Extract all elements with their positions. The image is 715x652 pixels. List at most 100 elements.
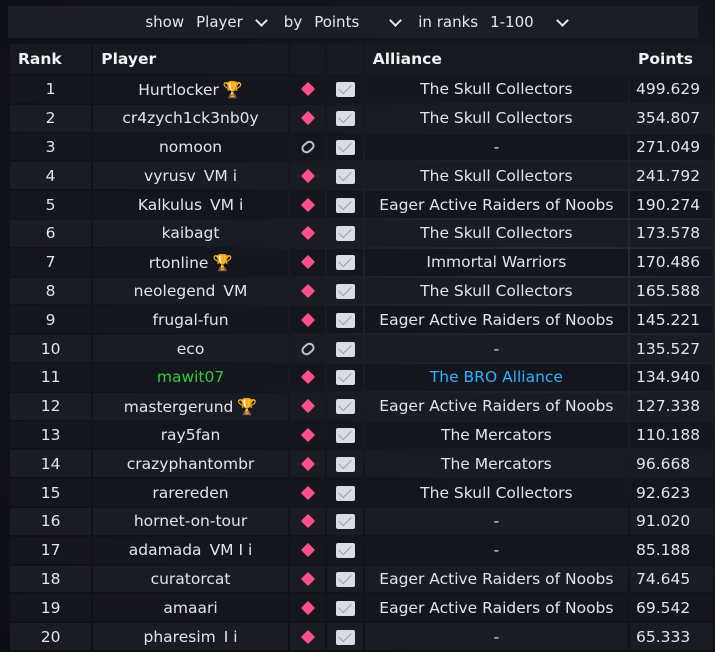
diamond-icon[interactable] [300, 399, 315, 414]
alliance-cell: - [364, 536, 629, 564]
player-name-link[interactable]: crazyphantombr [127, 455, 255, 473]
diamond-icon[interactable] [300, 111, 315, 126]
envelope-icon[interactable] [335, 485, 355, 501]
player-column-header[interactable]: Player [93, 44, 288, 74]
diamond-icon[interactable] [300, 82, 315, 97]
diamond-icon[interactable] [300, 255, 315, 270]
player-name-link[interactable]: pharesim [144, 628, 216, 646]
alliance-cell[interactable]: Eager Active Raiders of Noobs [364, 392, 629, 420]
envelope-icon[interactable] [335, 456, 355, 472]
player-name-link[interactable]: rarereden [152, 484, 228, 502]
alliance-cell[interactable]: The Skull Collectors [364, 479, 629, 506]
diamond-icon[interactable] [300, 427, 315, 443]
alliance-cell: - [364, 507, 629, 535]
envelope-icon[interactable] [335, 370, 355, 386]
envelope-icon[interactable] [335, 197, 355, 213]
rank-column-header[interactable]: Rank [10, 44, 92, 74]
show-select[interactable]: Player [196, 13, 268, 31]
diamond-icon[interactable] [300, 543, 315, 558]
player-name-link[interactable]: neolegend [134, 282, 216, 300]
diamond-icon[interactable] [300, 571, 315, 587]
alliance-cell[interactable]: Eager Active Raiders of Noobs [364, 306, 629, 334]
player-name-link[interactable]: vyrusv [144, 167, 196, 185]
player-name-link[interactable]: nomoon [159, 138, 222, 156]
player-name-link[interactable]: cr4zych1ck3nb0y [122, 109, 258, 127]
action-cell [289, 104, 326, 132]
alliance-cell[interactable]: Eager Active Raiders of Noobs [364, 191, 629, 218]
player-name-link[interactable]: amaari [163, 599, 217, 617]
diamond-icon[interactable] [300, 600, 315, 615]
ranking-table: Rank Player Alliance Points 1 Hurtlocker 🏆… [8, 42, 715, 652]
rank-cell: 1 [10, 76, 92, 103]
rank-cell: 20 [10, 623, 92, 650]
envelope-icon[interactable] [335, 283, 355, 299]
alliance-cell[interactable]: The Skull Collectors [364, 162, 629, 190]
rank-cell: 13 [10, 421, 92, 449]
action-cell [289, 248, 326, 276]
alliance-cell[interactable]: The Mercators [364, 421, 629, 449]
alliance-cell[interactable]: The Skull Collectors [364, 104, 629, 132]
envelope-icon[interactable] [335, 514, 355, 530]
player-name-link[interactable]: mastergerund [124, 398, 234, 416]
player-status-flags: I i [223, 627, 238, 646]
diamond-icon[interactable] [300, 370, 315, 385]
alliance-cell[interactable]: The Skull Collectors [364, 219, 629, 247]
envelope-icon[interactable] [335, 600, 355, 616]
diamond-icon[interactable] [300, 456, 315, 471]
envelope-icon[interactable] [335, 111, 355, 127]
by-select-value: Points [314, 13, 360, 31]
action-cell [289, 450, 326, 478]
diamond-icon[interactable] [300, 514, 315, 529]
envelope-icon[interactable] [335, 226, 355, 242]
alliance-cell[interactable]: The BRO Alliance [364, 363, 629, 391]
diamond-icon[interactable] [300, 629, 315, 644]
envelope-icon[interactable] [335, 427, 355, 443]
player-name-link[interactable]: frugal-fun [153, 311, 229, 329]
player-name-link[interactable]: eco [177, 340, 205, 358]
diamond-icon[interactable] [300, 283, 315, 299]
player-name-link[interactable]: adamada [129, 541, 202, 559]
message-cell [327, 335, 363, 362]
alliance-cell[interactable]: Eager Active Raiders of Noobs [364, 594, 629, 622]
player-name-link[interactable]: rtonline [149, 254, 209, 272]
link-icon[interactable] [299, 138, 317, 156]
ranks-select[interactable]: 1-100 [490, 13, 569, 31]
alliance-cell[interactable]: The Skull Collectors [364, 76, 629, 103]
alliance-cell[interactable]: The Skull Collectors [364, 277, 629, 305]
player-name-link[interactable]: Hurtlocker [138, 81, 219, 99]
envelope-icon[interactable] [335, 571, 355, 587]
by-select[interactable]: Points [314, 13, 403, 31]
action-cell [289, 421, 326, 449]
player-name-link[interactable]: Kalkulus [138, 196, 202, 214]
message-column-header [327, 44, 363, 74]
envelope-icon[interactable] [335, 168, 355, 184]
diamond-icon[interactable] [300, 168, 315, 183]
alliance-column-header[interactable]: Alliance [364, 44, 629, 74]
envelope-icon[interactable] [335, 629, 355, 645]
envelope-icon[interactable] [335, 139, 355, 155]
alliance-cell[interactable]: The Mercators [364, 450, 629, 478]
alliance-cell[interactable]: Immortal Warriors [364, 248, 629, 276]
envelope-icon[interactable] [335, 82, 355, 98]
link-icon[interactable] [299, 340, 317, 357]
player-name-link[interactable]: mawit07 [157, 368, 224, 386]
diamond-icon[interactable] [300, 197, 315, 212]
player-name-link[interactable]: curatorcat [151, 570, 231, 588]
points-column-header[interactable]: Points [630, 44, 713, 74]
envelope-icon[interactable] [335, 255, 355, 271]
envelope-icon[interactable] [335, 341, 355, 357]
player-name-link[interactable]: kaibagt [162, 224, 220, 242]
envelope-icon[interactable] [335, 312, 355, 328]
envelope-icon[interactable] [335, 399, 355, 415]
alliance-cell[interactable]: Eager Active Raiders of Noobs [364, 565, 629, 593]
diamond-icon[interactable] [300, 485, 315, 500]
diamond-icon[interactable] [300, 312, 315, 327]
diamond-icon[interactable] [300, 226, 315, 241]
player-name-link[interactable]: ray5fan [161, 426, 221, 444]
points-cell: 127.338 [630, 392, 713, 420]
player-cell: mastergerund 🏆 [93, 392, 288, 420]
player-name-link[interactable]: hornet-on-tour [134, 512, 247, 530]
envelope-icon[interactable] [335, 543, 355, 559]
points-cell: 145.221 [630, 306, 713, 334]
table-row: 3 nomoon -271.049 [10, 133, 713, 161]
